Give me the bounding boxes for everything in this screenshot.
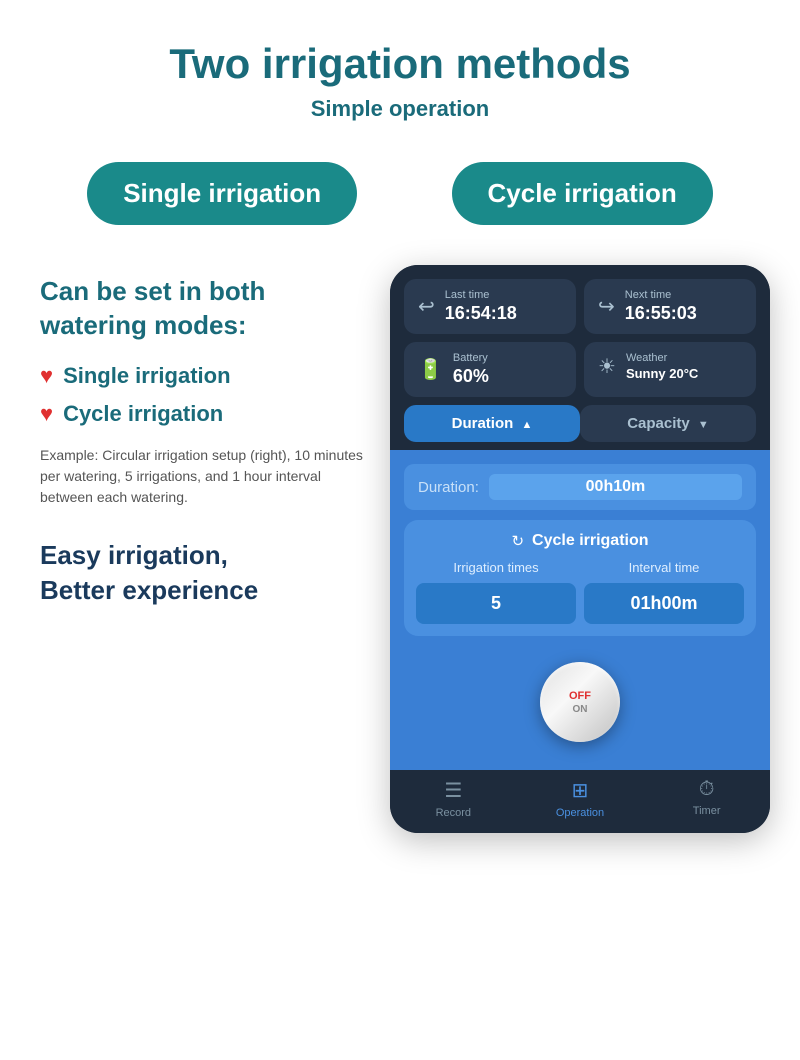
battery-card: 🔋 Battery 60% xyxy=(404,342,576,397)
weather-card: ☀ Weather Sunny 20°C xyxy=(584,342,756,397)
knob-on-label: ON xyxy=(573,704,588,715)
cycle-section: ↻ Cycle irrigation Irrigation times Inte… xyxy=(404,520,756,636)
easy-text: Easy irrigation, Better experience xyxy=(40,538,370,608)
single-irrigation-badge: Single irrigation xyxy=(87,162,357,225)
nav-record[interactable]: ☰ Record xyxy=(390,778,517,819)
record-icon: ☰ xyxy=(444,778,462,803)
weather-label: Weather xyxy=(626,352,698,364)
next-time-icon: ↪ xyxy=(598,294,615,319)
bullet-cycle: ♥ Cycle irrigation xyxy=(40,401,370,427)
nav-operation-label: Operation xyxy=(556,807,604,819)
last-time-card: ↩ Last time 16:54:18 xyxy=(404,279,576,334)
cycle-irrigation-badge: Cycle irrigation xyxy=(452,162,713,225)
nav-timer-label: Timer xyxy=(693,805,721,817)
cycle-title-row: ↻ Cycle irrigation xyxy=(416,532,744,550)
sub-title: Simple operation xyxy=(20,96,780,122)
battery-icon: 🔋 xyxy=(418,357,443,382)
knob-area: OFF ON xyxy=(404,652,756,756)
bullet-cycle-label: Cycle irrigation xyxy=(63,401,223,427)
last-time-icon: ↩ xyxy=(418,294,435,319)
operation-icon: ⊞ xyxy=(572,778,589,803)
last-time-value: 16:54:18 xyxy=(445,303,517,324)
heart-icon-2: ♥ xyxy=(40,401,53,427)
duration-field-value[interactable]: 00h10m xyxy=(489,474,742,500)
knob-off-label: OFF xyxy=(569,690,591,702)
weather-icon: ☀ xyxy=(598,354,616,379)
bullet-single: ♥ Single irrigation xyxy=(40,363,370,389)
tab-duration-arrow: ▲ xyxy=(521,419,532,431)
tab-capacity[interactable]: Capacity ▼ xyxy=(580,405,756,442)
nav-record-label: Record xyxy=(436,807,471,819)
duration-row: Duration: 00h10m xyxy=(404,464,756,510)
weather-value: Sunny 20°C xyxy=(626,366,698,381)
next-time-card: ↪ Next time 16:55:03 xyxy=(584,279,756,334)
cycle-section-title: Cycle irrigation xyxy=(532,532,648,550)
example-text: Example: Circular irrigation setup (righ… xyxy=(40,445,370,508)
irrigation-times-value[interactable]: 5 xyxy=(416,583,576,624)
content-row: Can be set in both watering modes: ♥ Sin… xyxy=(0,245,800,853)
cycle-values-row: 5 01h00m xyxy=(416,583,744,624)
cycle-labels-row: Irrigation times Interval time xyxy=(416,560,744,575)
main-title: Two irrigation methods xyxy=(20,40,780,88)
nav-timer[interactable]: ⏱ Timer xyxy=(643,778,770,819)
nav-operation[interactable]: ⊞ Operation xyxy=(517,778,644,819)
interval-time-value[interactable]: 01h00m xyxy=(584,583,744,624)
bullet-single-label: Single irrigation xyxy=(63,363,230,389)
last-time-label: Last time xyxy=(445,289,517,301)
next-time-value: 16:55:03 xyxy=(625,303,697,324)
tab-capacity-arrow: ▼ xyxy=(698,419,709,431)
irrigation-times-label: Irrigation times xyxy=(416,560,576,575)
tab-duration[interactable]: Duration ▲ xyxy=(404,405,580,442)
next-time-label: Next time xyxy=(625,289,697,301)
badges-row: Single irrigation Cycle irrigation xyxy=(0,132,800,245)
header-section: Two irrigation methods Simple operation xyxy=(0,0,800,132)
phone-bottom-nav: ☰ Record ⊞ Operation ⏱ Timer xyxy=(390,770,770,833)
interval-time-label: Interval time xyxy=(584,560,744,575)
battery-value: 60% xyxy=(453,366,489,387)
left-panel: Can be set in both watering modes: ♥ Sin… xyxy=(40,265,370,608)
cycle-refresh-icon: ↻ xyxy=(511,532,524,550)
battery-label: Battery xyxy=(453,352,489,364)
phone-tabs: Duration ▲ Capacity ▼ xyxy=(390,405,770,450)
timer-icon: ⏱ xyxy=(699,778,715,801)
phone-content: Duration: 00h10m ↻ Cycle irrigation Irri… xyxy=(390,450,770,770)
can-set-text: Can be set in both watering modes: xyxy=(40,275,370,343)
duration-field-label: Duration: xyxy=(418,479,479,496)
on-off-knob[interactable]: OFF ON xyxy=(540,662,620,742)
heart-icon-1: ♥ xyxy=(40,363,53,389)
phone-mockup: ↩ Last time 16:54:18 ↪ Next time 16:55:0… xyxy=(390,265,770,833)
phone-top-info: ↩ Last time 16:54:18 ↪ Next time 16:55:0… xyxy=(390,265,770,405)
